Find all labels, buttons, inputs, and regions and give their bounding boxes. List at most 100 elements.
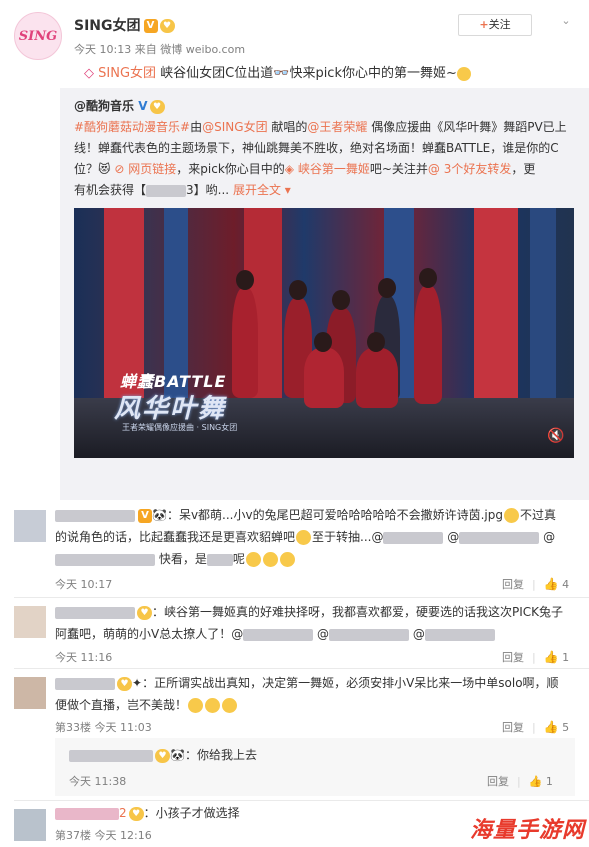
floor-number: 第33楼 bbox=[55, 721, 91, 734]
fan-badge-icon: ♥ bbox=[149, 99, 165, 114]
like-icon[interactable]: 👍 bbox=[544, 577, 559, 591]
repost-author-name[interactable]: @酷狗音乐 bbox=[74, 99, 134, 113]
comment-text: 的说角色的话，比起蠢蠢我还是更喜欢貂蝉吧 bbox=[55, 530, 296, 544]
emoji-icon bbox=[222, 698, 238, 713]
blurred-username[interactable] bbox=[55, 677, 115, 690]
like-icon[interactable]: 👍 bbox=[529, 775, 543, 788]
mention-friends-link[interactable]: @ 3个好友转发 bbox=[428, 162, 511, 176]
super-topic-label[interactable]: 峡谷第一舞姬 bbox=[298, 162, 370, 176]
stage-panel bbox=[474, 208, 518, 408]
blurred-mention[interactable] bbox=[243, 628, 314, 641]
comment-time: 今天 11:03 bbox=[94, 721, 152, 734]
mention-link[interactable]: @王者荣耀 bbox=[307, 120, 367, 134]
verified-icon: V bbox=[138, 99, 148, 113]
post-source[interactable]: 微博 weibo.com bbox=[160, 43, 245, 56]
topic-tag[interactable]: #酷狗蘑菇动漫音乐# bbox=[74, 120, 190, 134]
speaker-muted-icon[interactable]: 🔇 bbox=[546, 428, 566, 448]
fan-badge-icon: ♥ bbox=[117, 676, 132, 691]
comment-line: 阿蠢吧，萌萌的小V总太撩人了！@ @ @ bbox=[55, 623, 495, 645]
avatar[interactable]: SING bbox=[14, 12, 62, 60]
comment-text: ：呆v都萌...小v的兔尾巴超可爱哈哈哈哈哈不会撒娇许诗茵.jpg bbox=[166, 508, 503, 522]
like-icon[interactable]: 👍 bbox=[544, 650, 559, 664]
emoji-icon: 🐼 bbox=[152, 508, 167, 522]
chevron-down-icon: ▾ bbox=[284, 183, 291, 197]
fan-badge-icon: ♥ bbox=[128, 806, 144, 821]
emoji-icon bbox=[279, 552, 295, 567]
watermark: 海量手游网 bbox=[470, 818, 586, 843]
expand-label[interactable]: 展开全文 bbox=[233, 183, 281, 197]
repost-text: 吧~关注并 bbox=[369, 162, 428, 176]
mention-at[interactable]: @ bbox=[413, 627, 425, 641]
glasses-emoji-icon: 👓 bbox=[273, 66, 290, 81]
blurred-mention[interactable] bbox=[55, 553, 155, 566]
expand-full-text-link[interactable]: 展开全文 ▾ bbox=[233, 183, 291, 197]
emoji-icon bbox=[296, 530, 312, 545]
post-time[interactable]: 今天 10:13 bbox=[74, 43, 131, 56]
avatar-logo-text: SING bbox=[18, 28, 58, 44]
fan-badge-icon: ♥ bbox=[159, 19, 175, 33]
reply-button[interactable]: 回复 bbox=[502, 721, 524, 734]
chevron-down-icon[interactable]: ⌄ bbox=[559, 14, 573, 28]
blurred-username[interactable] bbox=[69, 749, 153, 762]
scared-emoji-icon bbox=[456, 66, 471, 81]
avatar[interactable] bbox=[14, 606, 46, 638]
mention-link[interactable]: @SING女团 bbox=[202, 120, 267, 134]
post-source-prefix: 来自 bbox=[134, 43, 157, 56]
reply-button[interactable]: 回复 bbox=[502, 578, 524, 591]
follow-button[interactable]: +关注 bbox=[458, 14, 532, 36]
comment-actions: 回复 | 👍 1 bbox=[502, 650, 570, 664]
post-content: ◇ SING女团 峡谷仙女团C位出道👓快来pick你心中的第一舞姬~ bbox=[84, 62, 471, 81]
dancer bbox=[414, 286, 442, 404]
web-link[interactable]: ⊘ 网页链接 bbox=[114, 162, 176, 176]
repost-line-2: 线！蝉蠢代表色的主题场景下，神仙跳舞美不胜收，绝对名场面！蝉蠢BATTLE，谁是… bbox=[74, 141, 559, 155]
post-author-name[interactable]: SING女团 bbox=[74, 18, 141, 34]
dancer bbox=[356, 348, 398, 408]
blurred-username[interactable] bbox=[55, 807, 119, 820]
comment-text: 阿蠢吧，萌萌的小V总太撩人了！@ bbox=[55, 627, 244, 641]
mention-at[interactable]: @ bbox=[447, 530, 459, 544]
video-subtitle: 王者荣耀偶像应援曲 · SING女团 bbox=[122, 423, 238, 432]
dancer bbox=[232, 288, 258, 398]
blurred-username[interactable] bbox=[55, 606, 135, 619]
comment-actions: 回复 | 👍 5 bbox=[502, 720, 570, 734]
blurred-mention[interactable] bbox=[383, 531, 444, 544]
repost-text: 偶像应援曲《风华叶舞》舞蹈PV已上 bbox=[367, 120, 567, 134]
comment-item: V 🐼：呆v都萌...小v的兔尾巴超可爱哈哈哈哈哈不会撒娇许诗茵.jpg 不过真 的… bbox=[0, 500, 589, 597]
comment-text: ：峡谷第一舞姬真的好难抉择呀，我都喜欢都爱，硬要选的话我这次PICK兔子 bbox=[152, 605, 564, 619]
mention-at[interactable]: @ bbox=[317, 627, 329, 641]
like-icon[interactable]: 👍 bbox=[544, 720, 559, 734]
reply-line: ♥ 🐼：你给我上去 bbox=[69, 746, 257, 763]
avatar[interactable] bbox=[14, 677, 46, 709]
repost-text: 由 bbox=[190, 120, 203, 134]
web-link-label[interactable]: 网页链接 bbox=[128, 162, 176, 176]
blurred-text bbox=[146, 184, 187, 197]
blurred-username[interactable] bbox=[55, 509, 135, 522]
comment-time: 今天 12:16 bbox=[94, 829, 152, 842]
video-title-cn: 风华叶舞 bbox=[114, 394, 227, 424]
like-count: 1 bbox=[545, 775, 553, 788]
comment-line: V 🐼：呆v都萌...小v的兔尾巴超可爱哈哈哈哈哈不会撒娇许诗茵.jpg 不过真 bbox=[55, 504, 556, 526]
video-player[interactable]: 蝉蠢BATTLE 风华叶舞 王者荣耀偶像应援曲 · SING女团 🔇 bbox=[74, 208, 574, 458]
follow-label: 关注 bbox=[488, 18, 511, 31]
username-suffix[interactable]: 2 bbox=[119, 806, 127, 820]
emoji-icon: 😻 bbox=[98, 162, 111, 176]
blurred-mention[interactable] bbox=[329, 628, 410, 641]
floor-number: 第37楼 bbox=[55, 829, 91, 842]
reply-button[interactable]: 回复 bbox=[502, 651, 524, 664]
post-mention[interactable]: SING女团 bbox=[98, 66, 156, 81]
comment-line: 快看，是 呢 bbox=[55, 548, 296, 570]
post-author[interactable]: SING女团 V ♥ bbox=[74, 15, 175, 35]
post-text-main: 峡谷仙女团C位出道 bbox=[160, 66, 274, 81]
avatar[interactable] bbox=[14, 510, 46, 542]
emoji-icon bbox=[205, 698, 221, 713]
blurred-mention[interactable] bbox=[459, 531, 540, 544]
verified-icon: V bbox=[143, 19, 158, 33]
reply-text: ：你给我上去 bbox=[184, 748, 257, 762]
mention-at[interactable]: @ bbox=[543, 530, 555, 544]
fan-badge-icon: ♥ bbox=[155, 748, 170, 763]
super-topic-link[interactable]: ◈ 峡谷第一舞姬 bbox=[285, 162, 370, 176]
reply-button[interactable]: 回复 bbox=[487, 775, 509, 788]
avatar[interactable] bbox=[14, 809, 46, 841]
blurred-mention[interactable] bbox=[424, 628, 495, 641]
repost-author[interactable]: @酷狗音乐 V ♥ bbox=[74, 97, 165, 114]
